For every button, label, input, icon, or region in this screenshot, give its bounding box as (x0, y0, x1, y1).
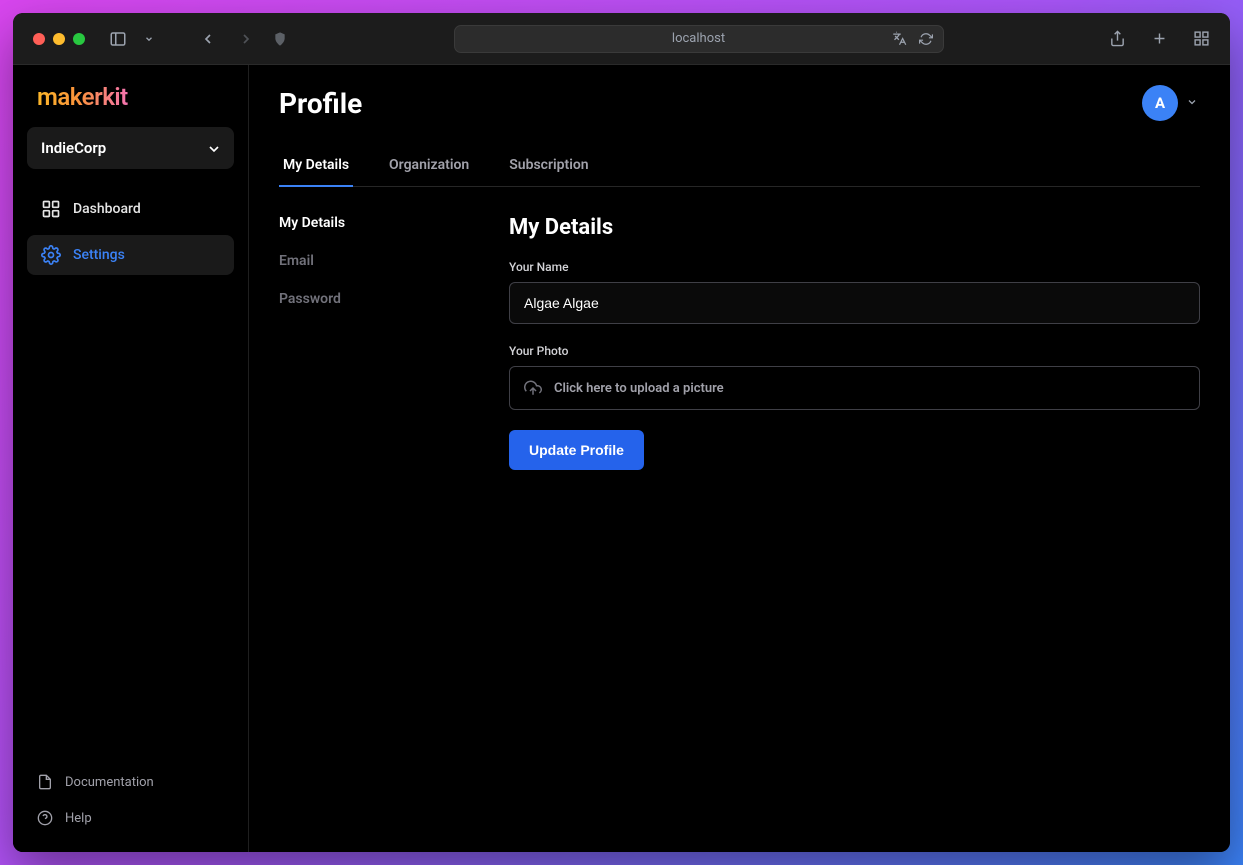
address-bar-icons (891, 30, 935, 48)
form-group-name: Your Name (509, 260, 1200, 324)
chevron-down-icon (206, 141, 220, 155)
titlebar-left-controls (109, 30, 289, 48)
tabs-overview-icon[interactable] (1192, 30, 1210, 48)
sidebar-toggle-icon[interactable] (109, 30, 127, 48)
new-tab-icon[interactable] (1150, 30, 1168, 48)
section-title: My Details (509, 215, 1200, 240)
forward-icon[interactable] (237, 30, 255, 48)
photo-label: Your Photo (509, 344, 1200, 358)
nav-list: Dashboard Settings (27, 189, 234, 275)
close-window-button[interactable] (33, 33, 45, 45)
sidebar: makerkit IndieCorp Dashboard (13, 65, 249, 852)
chevron-down-icon[interactable] (143, 30, 155, 48)
upload-icon (524, 379, 542, 397)
name-input[interactable] (509, 282, 1200, 324)
user-menu[interactable]: A (1142, 85, 1200, 121)
share-icon[interactable] (1108, 30, 1126, 48)
address-text: localhost (672, 31, 725, 46)
footer-help-label: Help (65, 811, 92, 826)
update-profile-button[interactable]: Update Profile (509, 430, 644, 470)
nav-arrows (199, 30, 255, 48)
address-bar[interactable]: localhost (454, 25, 944, 53)
nav-settings[interactable]: Settings (27, 235, 234, 275)
shield-icon[interactable] (271, 30, 289, 48)
org-name: IndieCorp (41, 139, 106, 157)
form-group-photo: Your Photo Click here to upload a pictur… (509, 344, 1200, 410)
tab-my-details[interactable]: My Details (279, 145, 353, 187)
back-icon[interactable] (199, 30, 217, 48)
sidebar-footer: Documentation Help (27, 766, 234, 834)
nav-settings-label: Settings (73, 247, 125, 263)
app-body: makerkit IndieCorp Dashboard (13, 65, 1230, 852)
upload-text: Click here to upload a picture (554, 381, 724, 396)
footer-documentation-label: Documentation (65, 775, 154, 790)
org-selector[interactable]: IndieCorp (27, 127, 234, 169)
reload-icon[interactable] (917, 30, 935, 48)
nav-dashboard[interactable]: Dashboard (27, 189, 234, 229)
gear-icon (41, 245, 61, 265)
subnav-email[interactable]: Email (279, 253, 449, 269)
translate-icon[interactable] (891, 30, 909, 48)
dashboard-icon (41, 199, 61, 219)
document-icon (37, 774, 53, 790)
titlebar-right-controls (1108, 30, 1210, 48)
main-content: Profile A My Details Organization Subscr… (249, 65, 1230, 852)
page-header: Profile A (279, 85, 1200, 121)
photo-upload[interactable]: Click here to upload a picture (509, 366, 1200, 410)
logo[interactable]: makerkit (27, 83, 234, 127)
subnav-my-details[interactable]: My Details (279, 215, 449, 231)
page-title: Profile (279, 87, 362, 120)
app-window: localhost makerkit (13, 13, 1230, 852)
minimize-window-button[interactable] (53, 33, 65, 45)
name-label: Your Name (509, 260, 1200, 274)
tab-subscription[interactable]: Subscription (505, 145, 592, 187)
footer-documentation[interactable]: Documentation (27, 766, 234, 798)
avatar: A (1142, 85, 1178, 121)
chevron-down-icon (1186, 96, 1200, 110)
tab-organization[interactable]: Organization (385, 145, 473, 187)
form-area: My Details Your Name Your Photo Click he… (509, 215, 1200, 470)
tabs: My Details Organization Subscription (279, 145, 1200, 187)
browser-titlebar: localhost (13, 13, 1230, 65)
window-controls (33, 33, 85, 45)
settings-subnav: My Details Email Password (279, 215, 449, 470)
subnav-password[interactable]: Password (279, 291, 449, 307)
help-icon (37, 810, 53, 826)
footer-help[interactable]: Help (27, 802, 234, 834)
maximize-window-button[interactable] (73, 33, 85, 45)
content-row: My Details Email Password My Details You… (279, 215, 1200, 470)
nav-dashboard-label: Dashboard (73, 201, 141, 217)
